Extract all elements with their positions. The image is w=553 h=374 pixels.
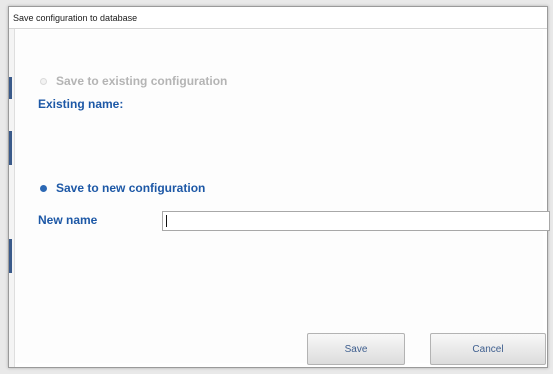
dialog-content: Save to existing configuration Existing … [15, 30, 550, 365]
existing-name-label: Existing name: [38, 97, 124, 111]
existing-config-radio [40, 77, 47, 85]
text-caret [166, 215, 167, 227]
existing-config-option: Save to existing configuration [40, 74, 227, 88]
new-name-label: New name [38, 213, 98, 227]
edge-marker [9, 239, 12, 273]
edge-marker [9, 131, 12, 165]
new-config-option[interactable]: Save to new configuration [40, 181, 205, 195]
existing-config-radio-label: Save to existing configuration [56, 74, 228, 88]
save-button[interactable]: Save [307, 333, 405, 365]
cancel-button[interactable]: Cancel [430, 333, 546, 365]
new-config-radio-label[interactable]: Save to new configuration [56, 181, 205, 195]
new-name-input[interactable] [162, 211, 550, 231]
new-config-radio[interactable] [40, 184, 47, 192]
dialog-title: Save configuration to database [9, 7, 547, 29]
save-config-dialog: Save configuration to database Save to e… [8, 6, 550, 368]
edge-marker [9, 77, 12, 99]
